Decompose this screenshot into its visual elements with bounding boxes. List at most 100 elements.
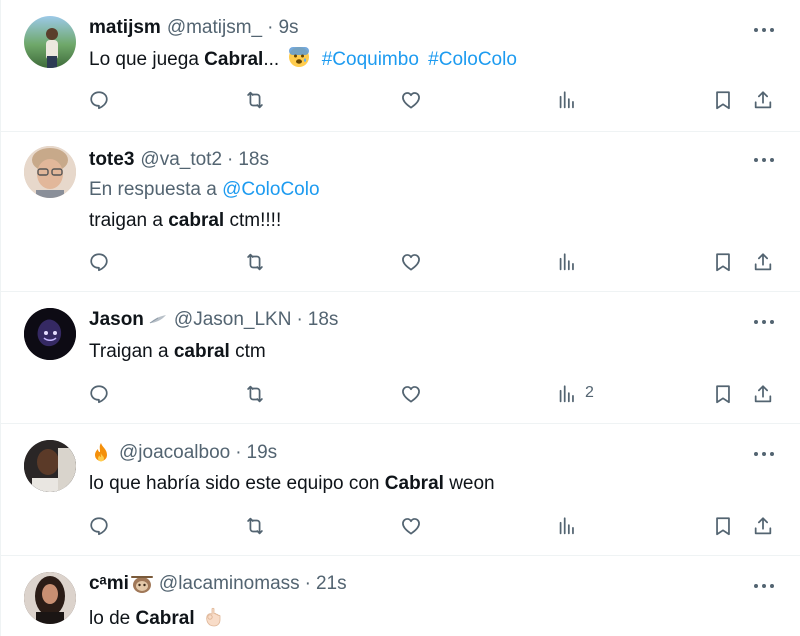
views-button[interactable] <box>555 250 579 274</box>
text-segment: ctm <box>229 341 266 362</box>
text-segment: ... <box>263 49 285 70</box>
timestamp[interactable]: 19s <box>247 442 278 464</box>
display-name[interactable]: matijsm <box>89 17 161 39</box>
avatar[interactable] <box>24 146 76 198</box>
retweet-button[interactable] <box>243 514 267 538</box>
tweet[interactable]: cᵃmi @lacaminomass · 21s lo de Cabral <box>1 556 800 636</box>
hashtag-link[interactable]: #Coquimbo <box>322 49 419 70</box>
tweet-header: matijsm @matijsm_ · 9s <box>89 17 299 39</box>
views-icon <box>556 383 578 405</box>
tweet-text: lo que habría sido este equipo con Cabra… <box>89 473 495 495</box>
user-handle[interactable]: @Jason_LKN <box>174 309 292 331</box>
reply-button[interactable] <box>87 250 111 274</box>
bookmark-button[interactable] <box>711 88 735 112</box>
avatar[interactable] <box>24 16 76 68</box>
user-handle[interactable]: @joacoalboo <box>119 442 230 464</box>
highlighted-term: cabral <box>173 341 230 362</box>
tweet[interactable]: @joacoalboo · 19s lo que habría sido est… <box>1 424 800 556</box>
timestamp[interactable]: 9s <box>278 17 298 39</box>
views-button[interactable] <box>555 514 579 538</box>
tweet[interactable]: matijsm @matijsm_ · 9s Lo que juega Cabr… <box>1 0 800 132</box>
dot-separator: · <box>304 573 311 594</box>
timestamp[interactable]: 18s <box>238 149 269 171</box>
user-handle[interactable]: @matijsm_ <box>167 17 262 39</box>
more-icon[interactable] <box>753 583 775 589</box>
timestamp[interactable]: 21s <box>316 573 347 595</box>
text-segment: traigan a <box>89 210 169 231</box>
text-segment: lo que habría sido este equipo con <box>89 473 385 494</box>
retweet-button[interactable] <box>243 250 267 274</box>
text-segment: Traigan a <box>89 341 174 362</box>
tweet[interactable]: Jason @Jason_LKN · 18s Traigan a cabral … <box>1 292 800 424</box>
share-button[interactable] <box>751 88 775 112</box>
action-bar: 2 <box>1 382 800 406</box>
anxious-face-emoji-icon <box>289 47 310 67</box>
share-button[interactable] <box>751 514 775 538</box>
bookmark-button[interactable] <box>711 250 735 274</box>
views-button[interactable] <box>555 382 579 406</box>
text-segment: lo de <box>89 608 136 629</box>
like-button[interactable] <box>399 250 423 274</box>
reply-button[interactable] <box>87 514 111 538</box>
like-button[interactable] <box>399 514 423 538</box>
tweet-header: cᵃmi @lacaminomass · 21s <box>89 573 347 595</box>
display-name[interactable]: tote3 <box>89 149 134 171</box>
share-icon <box>752 383 774 405</box>
views-button[interactable] <box>555 88 579 112</box>
share-button[interactable] <box>751 250 775 274</box>
bookmark-button[interactable] <box>711 382 735 406</box>
tweet-header: tote3 @va_tot2 · 18s <box>89 149 269 171</box>
mention-link[interactable]: @ColoColo <box>222 179 319 200</box>
timestamp[interactable]: 18s <box>308 309 339 331</box>
bookmark-button[interactable] <box>711 514 735 538</box>
share-button[interactable] <box>751 382 775 406</box>
dot-separator: · <box>235 442 242 463</box>
user-handle[interactable]: @va_tot2 <box>140 149 222 171</box>
user-handle[interactable]: @lacaminomass <box>159 573 300 595</box>
avatar[interactable] <box>24 440 76 492</box>
like-icon <box>400 515 422 537</box>
reply-icon <box>88 89 110 111</box>
text-segment: weon <box>443 473 495 494</box>
more-icon[interactable] <box>753 451 775 457</box>
share-icon <box>752 515 774 537</box>
tweet-text: Lo que juega Cabral... #Coquimbo #ColoCo… <box>89 46 517 71</box>
like-icon <box>400 251 422 273</box>
reply-button[interactable] <box>87 382 111 406</box>
retweet-button[interactable] <box>243 88 267 112</box>
tweet-text: traigan a cabral ctm!!!! <box>89 210 281 232</box>
display-name[interactable]: Jason <box>89 309 144 331</box>
hashtag-link[interactable]: #ColoColo <box>428 49 517 70</box>
timeline-feed: matijsm @matijsm_ · 9s Lo que juega Cabr… <box>0 0 800 636</box>
avatar-person-image <box>24 440 76 492</box>
dot-separator: · <box>227 149 234 170</box>
bookmark-icon <box>712 383 734 405</box>
tweet[interactable]: tote3 @va_tot2 · 18s En respuesta a @Col… <box>1 132 800 292</box>
retweet-icon <box>244 251 266 273</box>
action-bar <box>1 250 800 274</box>
display-name[interactable]: cᵃmi <box>89 573 129 595</box>
action-bar <box>1 514 800 538</box>
avatar[interactable] <box>24 572 76 624</box>
tweet-header: @joacoalboo · 19s <box>89 441 277 465</box>
reply-icon <box>88 383 110 405</box>
views-icon <box>556 89 578 111</box>
more-icon[interactable] <box>753 157 775 163</box>
action-bar <box>1 88 800 112</box>
retweet-button[interactable] <box>243 382 267 406</box>
avatar-creature-image <box>24 308 76 360</box>
tweet-text: Traigan a cabral ctm <box>89 341 266 363</box>
more-icon[interactable] <box>753 319 775 325</box>
more-icon[interactable] <box>753 27 775 33</box>
avatar-person-image <box>24 572 76 624</box>
reply-context: En respuesta a @ColoColo <box>89 179 320 201</box>
sloth-emoji-icon <box>130 576 153 593</box>
text-segment: ctm!!!! <box>224 210 282 231</box>
like-button[interactable] <box>399 88 423 112</box>
tweet-header: Jason @Jason_LKN · 18s <box>89 309 338 331</box>
like-button[interactable] <box>399 382 423 406</box>
avatar[interactable] <box>24 308 76 360</box>
views-icon <box>556 515 578 537</box>
reply-button[interactable] <box>87 88 111 112</box>
reply-prefix: En respuesta a <box>89 179 223 200</box>
